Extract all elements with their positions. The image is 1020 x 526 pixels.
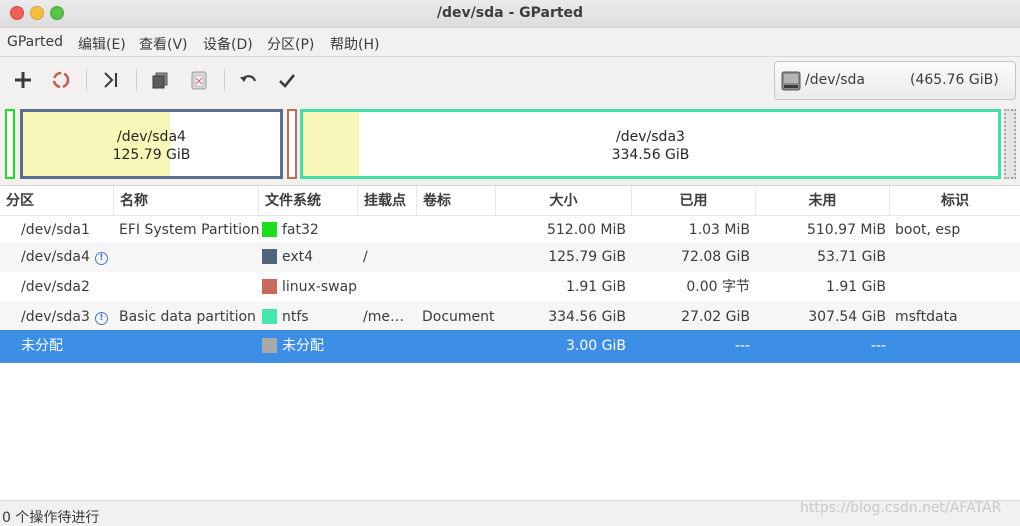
menu-gparted[interactable]: GParted: [7, 34, 63, 50]
cell-mountpoint: /me…: [363, 309, 404, 325]
partition-table: 分区 名称 文件系统 挂载点 卷标 大小 已用 未用 标识 /dev/sda1 …: [0, 185, 1020, 500]
fs-color-swatch: [262, 309, 277, 324]
cell-filesystem: linux-swap: [262, 272, 357, 302]
fs-color-swatch: [262, 279, 277, 294]
cell-partition: /dev/sda3!: [21, 302, 108, 332]
disk-map-sda3[interactable]: /dev/sda3 334.56 GiB: [300, 109, 1001, 179]
cell-size: 125.79 GiB: [548, 249, 626, 265]
disk-map-sda3-name: /dev/sda3: [616, 129, 685, 145]
col-flags[interactable]: 标识: [890, 186, 1020, 216]
fs-label: ntfs: [282, 309, 309, 325]
disk-graphic: /dev/sda4 125.79 GiB /dev/sda3 334.56 Gi…: [0, 103, 1020, 185]
menu-device[interactable]: 设备(D): [203, 34, 253, 54]
fs-color-swatch: [262, 338, 277, 353]
cell-used: 0.00 字节: [686, 279, 750, 295]
disk-map-sda3-size: 334.56 GiB: [611, 147, 690, 163]
cell-size: 1.91 GiB: [566, 279, 626, 295]
table-row[interactable]: /dev/sda2 linux-swap 1.91 GiB 0.00 字节 1.…: [0, 272, 1020, 302]
col-label[interactable]: 卷标: [417, 186, 496, 216]
col-filesystem[interactable]: 文件系统: [259, 186, 358, 216]
cell-flags: boot, esp: [895, 222, 961, 238]
add-icon[interactable]: [8, 65, 38, 95]
menu-view[interactable]: 查看(V): [139, 34, 188, 54]
cell-used: ---: [734, 338, 750, 354]
disk-map-sda4-name: /dev/sda4: [117, 129, 186, 145]
table-header: 分区 名称 文件系统 挂载点 卷标 大小 已用 未用 标识: [0, 186, 1020, 216]
col-partition[interactable]: 分区: [0, 186, 114, 216]
table-row-selected[interactable]: 未分配 未分配 3.00 GiB --- ---: [0, 330, 1020, 363]
cell-unused: 53.71 GiB: [817, 249, 886, 265]
cell-partition: /dev/sda2: [21, 279, 90, 295]
fs-label: 未分配: [282, 338, 324, 354]
menu-edit[interactable]: 编辑(E): [78, 34, 126, 54]
fs-label: linux-swap: [282, 279, 358, 295]
disk-map-sda1[interactable]: [5, 109, 15, 179]
cell-filesystem: 未分配: [262, 330, 324, 363]
table-row[interactable]: /dev/sda3! Basic data partition ntfs /me…: [0, 302, 1020, 332]
menu-partition[interactable]: 分区(P): [267, 34, 314, 54]
cell-unused: ---: [870, 338, 886, 354]
table-row[interactable]: /dev/sda4! ext4 / 125.79 GiB 72.08 GiB 5…: [0, 242, 1020, 272]
table-row[interactable]: /dev/sda1 EFI System Partition fat32 512…: [0, 215, 1020, 245]
menu-help[interactable]: 帮助(H): [330, 34, 379, 54]
device-name: /dev/sda: [805, 72, 865, 88]
paste-icon[interactable]: [184, 65, 214, 95]
apply-icon[interactable]: [272, 65, 302, 95]
harddisk-icon: [781, 70, 801, 96]
disk-map-unallocated[interactable]: [1004, 109, 1016, 179]
cell-name: Basic data partition: [119, 309, 256, 325]
col-name[interactable]: 名称: [114, 186, 259, 216]
cell-mountpoint: /: [363, 249, 368, 265]
window-title: /dev/sda - GParted: [436, 5, 584, 21]
cell-partition: 未分配: [21, 338, 63, 354]
cell-size: 512.00 MiB: [546, 222, 626, 238]
cell-used: 27.02 GiB: [681, 309, 750, 325]
menu-bar: GParted 编辑(E) 查看(V) 设备(D) 分区(P) 帮助(H): [0, 28, 1020, 57]
disk-map-sda4-size: 125.79 GiB: [112, 147, 191, 163]
cell-unused: 510.97 MiB: [806, 222, 886, 238]
delete-icon[interactable]: [46, 65, 76, 95]
undo-icon[interactable]: [233, 65, 263, 95]
col-unused[interactable]: 未用: [756, 186, 890, 216]
col-size[interactable]: 大小: [496, 186, 632, 216]
cell-unused: 307.54 GiB: [808, 309, 886, 325]
toolbar-separator: [136, 69, 137, 91]
device-selector[interactable]: /dev/sda (465.76 GiB): [774, 61, 1016, 100]
disk-map-sda2[interactable]: [287, 109, 297, 179]
cell-size: 334.56 GiB: [548, 309, 626, 325]
resize-icon[interactable]: [96, 65, 126, 95]
cell-filesystem: fat32: [262, 215, 319, 245]
watermark-text: https://blog.csdn.net/AFATAR: [800, 500, 1002, 516]
cell-used: 1.03 MiB: [688, 222, 750, 238]
toolbar-separator: [224, 69, 225, 91]
info-icon[interactable]: !: [94, 312, 108, 325]
cell-filesystem: ntfs: [262, 302, 309, 332]
fs-color-swatch: [262, 222, 277, 237]
device-size: (465.76 GiB): [910, 72, 999, 88]
partition-label: /dev/sda4: [21, 249, 90, 265]
copy-icon[interactable]: [145, 65, 175, 95]
cell-name: EFI System Partition: [119, 222, 260, 238]
toolbar-separator: [86, 69, 87, 91]
pending-operations-text: 0 个操作待进行: [2, 510, 100, 526]
disk-map-sda4[interactable]: /dev/sda4 125.79 GiB: [20, 109, 283, 179]
col-used[interactable]: 已用: [632, 186, 756, 216]
fs-label: ext4: [282, 249, 314, 265]
cell-partition: /dev/sda4!: [21, 242, 108, 272]
title-bar: /dev/sda - GParted: [0, 0, 1020, 28]
info-icon[interactable]: !: [94, 252, 108, 265]
cell-label: Document: [422, 309, 495, 325]
cell-size: 3.00 GiB: [566, 338, 626, 354]
fs-color-swatch: [262, 249, 277, 264]
fs-label: fat32: [282, 222, 319, 238]
cell-filesystem: ext4: [262, 242, 313, 272]
cell-unused: 1.91 GiB: [826, 279, 886, 295]
cell-used: 72.08 GiB: [681, 249, 750, 265]
cell-partition: /dev/sda1: [21, 222, 90, 238]
col-mountpoint[interactable]: 挂载点: [358, 186, 417, 216]
partition-label: /dev/sda3: [21, 309, 90, 325]
cell-flags: msftdata: [895, 309, 958, 325]
